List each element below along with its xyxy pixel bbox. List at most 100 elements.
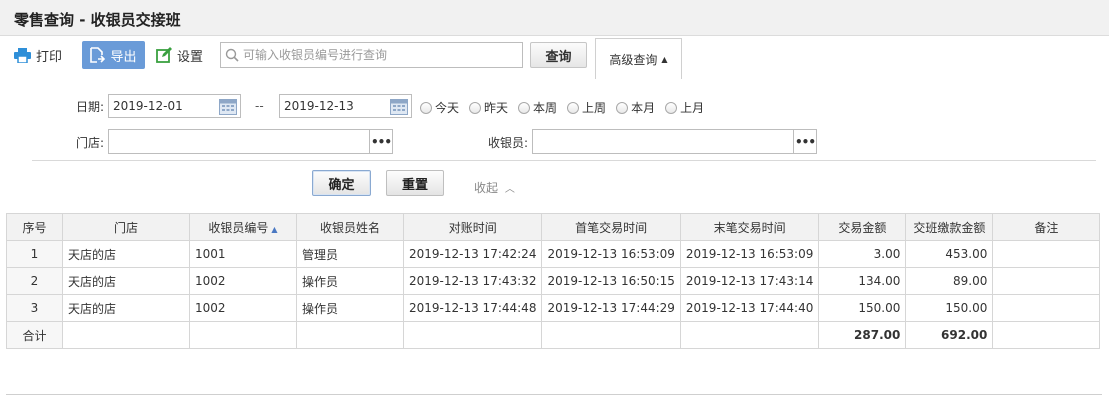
date-separator: -- bbox=[255, 99, 264, 113]
confirm-button[interactable]: 确定 bbox=[312, 170, 371, 196]
date-from-field[interactable]: 2019-12-01 bbox=[108, 94, 241, 118]
cell-cashier-name: 操作员 bbox=[296, 294, 404, 322]
search-button[interactable]: 查询 bbox=[530, 42, 587, 68]
row-index: 3 bbox=[6, 294, 63, 322]
column-header[interactable]: 序号 bbox=[6, 213, 63, 241]
radio-label: 昨天 bbox=[484, 101, 509, 115]
radio-circle bbox=[469, 101, 482, 114]
cell-first-trade-time: 2019-12-13 16:53:09 bbox=[541, 240, 681, 268]
column-header-sorted[interactable]: 收银员编号 ▲ bbox=[189, 213, 297, 241]
cell-store: 天店的店 bbox=[62, 294, 190, 322]
column-header[interactable]: 收银员姓名 bbox=[296, 213, 404, 241]
quick-range-group: 今天 昨天 本周 上周 本月 上月 bbox=[420, 99, 714, 116]
print-label: 打印 bbox=[36, 49, 63, 65]
cell-handover-amount: 150.00 bbox=[905, 294, 994, 322]
export-icon bbox=[90, 47, 106, 63]
date-to-field[interactable]: 2019-12-13 bbox=[279, 94, 412, 118]
store-field[interactable] bbox=[108, 129, 370, 154]
cell-trade-amount: 150.00 bbox=[818, 294, 907, 322]
cashier-field[interactable] bbox=[532, 129, 794, 154]
column-header[interactable]: 备注 bbox=[992, 213, 1101, 241]
table-header-row: 序号 门店 收银员编号 ▲ 收银员姓名 对账时间 首笔交易时间 末笔交易时间 交易… bbox=[6, 213, 1101, 241]
settings-label: 设置 bbox=[177, 49, 204, 65]
radio-yesterday[interactable]: 昨天 bbox=[469, 99, 508, 116]
search-icon bbox=[225, 48, 239, 62]
advanced-search-tab[interactable]: 高级查询 ▲ bbox=[595, 38, 682, 79]
cell-cashier-id: 1002 bbox=[189, 294, 297, 322]
cell-remark bbox=[992, 294, 1101, 322]
filter-divider bbox=[32, 160, 1096, 161]
radio-circle bbox=[567, 101, 580, 114]
cell-handover-amount: 453.00 bbox=[905, 240, 994, 268]
radio-label: 本月 bbox=[631, 101, 656, 115]
table-row[interactable]: 2 天店的店 1002 操作员 2019-12-13 17:43:32 2019… bbox=[6, 267, 1101, 295]
radio-circle bbox=[518, 101, 531, 114]
shift-table: 序号 门店 收银员编号 ▲ 收银员姓名 对账时间 首笔交易时间 末笔交易时间 交易… bbox=[6, 213, 1101, 349]
chevron-up-icon: ︿ bbox=[504, 184, 515, 195]
reset-button[interactable]: 重置 bbox=[386, 170, 444, 196]
search-input[interactable] bbox=[243, 48, 513, 62]
row-index: 1 bbox=[6, 240, 63, 268]
radio-last-week[interactable]: 上周 bbox=[567, 99, 606, 116]
date-from-value: 2019-12-01 bbox=[113, 99, 183, 113]
cell-trade-amount: 134.00 bbox=[818, 267, 907, 295]
radio-this-week[interactable]: 本周 bbox=[518, 99, 557, 116]
cell-cashier-name: 管理员 bbox=[296, 240, 404, 268]
cell-remark bbox=[992, 267, 1101, 295]
store-picker-button[interactable]: ••• bbox=[369, 129, 393, 154]
total-empty-cell bbox=[679, 321, 820, 349]
cell-cashier-id: 1001 bbox=[189, 240, 297, 268]
column-header-label: 收银员编号 bbox=[208, 220, 269, 235]
sort-ascending-icon: ▲ bbox=[271, 224, 278, 234]
cell-reconcile-time: 2019-12-13 17:43:32 bbox=[402, 267, 543, 295]
radio-label: 今天 bbox=[435, 101, 460, 115]
date-label: 日期: bbox=[76, 100, 105, 114]
footer-divider bbox=[6, 394, 1102, 395]
more-icon: ••• bbox=[370, 134, 392, 149]
table-row[interactable]: 1 天店的店 1001 管理员 2019-12-13 17:42:24 2019… bbox=[6, 240, 1101, 268]
total-empty-cell bbox=[296, 321, 404, 349]
cell-last-trade-time: 2019-12-13 16:53:09 bbox=[679, 240, 820, 268]
total-empty-cell bbox=[189, 321, 297, 349]
more-icon: ••• bbox=[794, 134, 816, 149]
table-row[interactable]: 3 天店的店 1002 操作员 2019-12-13 17:44:48 2019… bbox=[6, 294, 1101, 322]
printer-icon bbox=[14, 47, 31, 63]
cell-last-trade-time: 2019-12-13 17:43:14 bbox=[679, 267, 820, 295]
cashier-picker-button[interactable]: ••• bbox=[793, 129, 817, 154]
column-header[interactable]: 交易金额 bbox=[818, 213, 907, 241]
search-box bbox=[220, 42, 523, 68]
radio-last-month[interactable]: 上月 bbox=[665, 99, 704, 116]
total-empty-cell bbox=[62, 321, 190, 349]
cell-trade-amount: 3.00 bbox=[818, 240, 907, 268]
title-bar: 零售查询 - 收银员交接班 bbox=[0, 0, 1109, 36]
total-label: 合计 bbox=[6, 321, 63, 349]
radio-label: 上月 bbox=[680, 101, 705, 115]
radio-label: 上周 bbox=[582, 101, 607, 115]
settings-button[interactable]: 设置 bbox=[156, 42, 203, 68]
radio-label: 本周 bbox=[533, 101, 558, 115]
page-title: 零售查询 - 收银员交接班 bbox=[14, 11, 181, 29]
cell-first-trade-time: 2019-12-13 16:50:15 bbox=[541, 267, 681, 295]
calendar-icon[interactable] bbox=[390, 98, 408, 115]
column-header[interactable]: 首笔交易时间 bbox=[541, 213, 681, 241]
cell-store: 天店的店 bbox=[62, 267, 190, 295]
cell-last-trade-time: 2019-12-13 17:44:40 bbox=[679, 294, 820, 322]
cell-store: 天店的店 bbox=[62, 240, 190, 268]
caret-up-icon: ▲ bbox=[661, 54, 668, 64]
calendar-icon[interactable] bbox=[219, 98, 237, 115]
cell-reconcile-time: 2019-12-13 17:44:48 bbox=[402, 294, 543, 322]
date-to-value: 2019-12-13 bbox=[284, 99, 354, 113]
column-header[interactable]: 交班缴款金额 bbox=[905, 213, 994, 241]
radio-today[interactable]: 今天 bbox=[420, 99, 459, 116]
radio-circle bbox=[665, 101, 678, 114]
export-button[interactable]: 导出 bbox=[82, 41, 145, 69]
column-header[interactable]: 末笔交易时间 bbox=[679, 213, 820, 241]
cell-cashier-name: 操作员 bbox=[296, 267, 404, 295]
radio-circle bbox=[616, 101, 629, 114]
collapse-link[interactable]: 收起 ︿ bbox=[474, 179, 515, 196]
print-button[interactable]: 打印 bbox=[14, 42, 62, 68]
column-header[interactable]: 对账时间 bbox=[402, 213, 543, 241]
total-empty-cell bbox=[402, 321, 543, 349]
radio-this-month[interactable]: 本月 bbox=[616, 99, 655, 116]
column-header[interactable]: 门店 bbox=[62, 213, 190, 241]
